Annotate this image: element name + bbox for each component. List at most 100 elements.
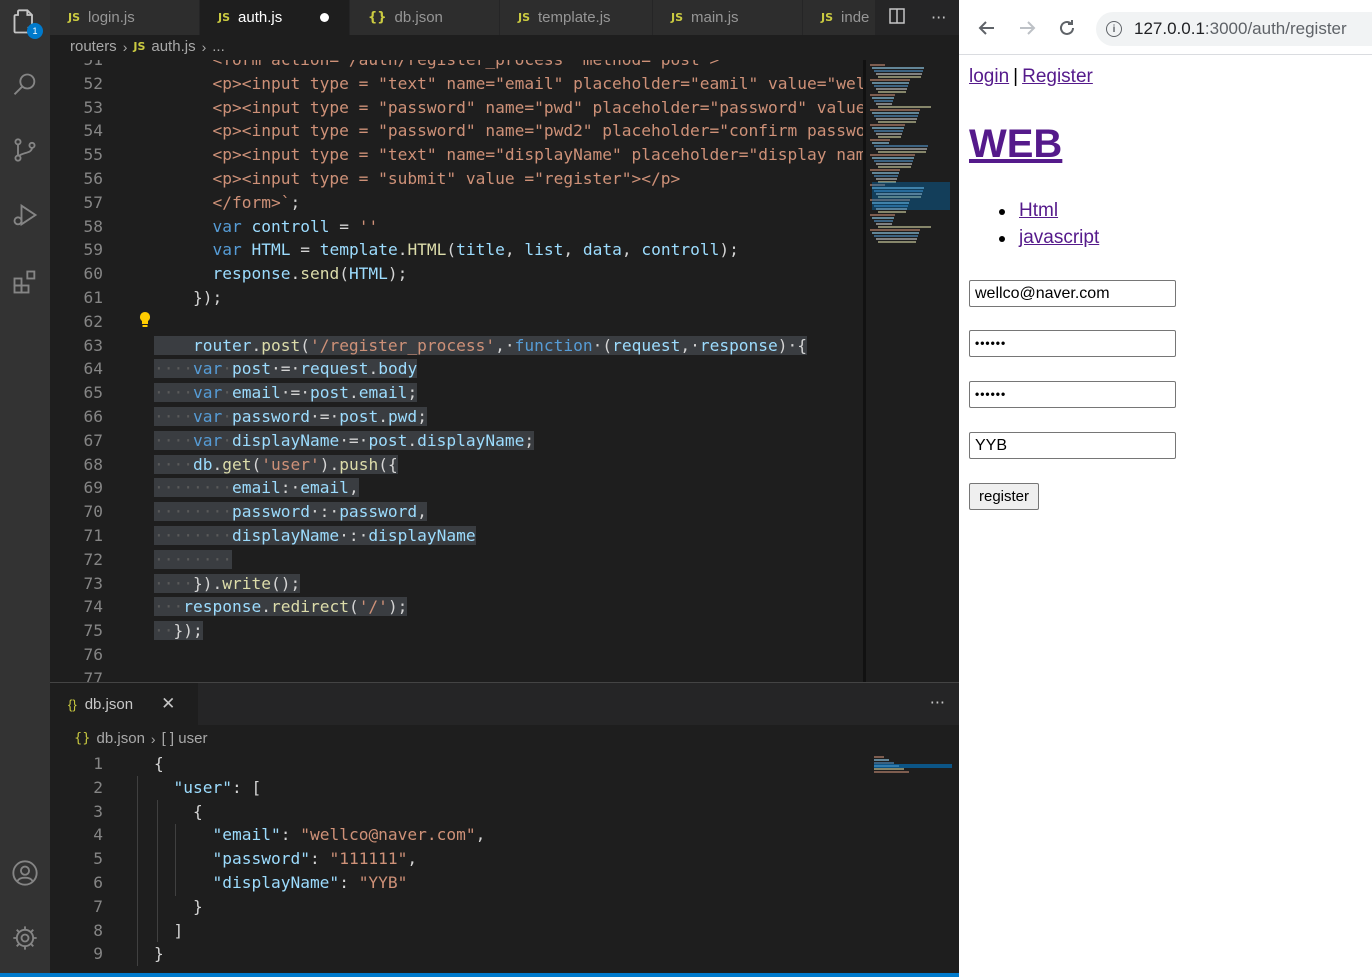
register-button[interactable]: register xyxy=(969,483,1040,510)
back-arrow-icon[interactable] xyxy=(976,17,998,39)
login-link[interactable]: login xyxy=(969,66,1009,87)
topic-link-html[interactable]: Html xyxy=(1019,200,1058,221)
code-token: var xyxy=(192,407,223,426)
code-token: var xyxy=(212,216,242,236)
tab-db-json-bottom[interactable]: {} db.json ✕ xyxy=(50,683,198,725)
code-line[interactable]: 8 ] xyxy=(50,919,865,943)
code-line[interactable]: 77 xyxy=(50,667,865,682)
code-line[interactable]: 76 xyxy=(50,643,865,667)
tab-db-json[interactable]: {} db.json xyxy=(350,0,500,35)
line-number: 2 xyxy=(93,777,103,797)
search-icon[interactable] xyxy=(5,65,45,105)
password-field[interactable]: •••••• xyxy=(969,330,1176,357)
display-name-field[interactable]: YYB xyxy=(969,432,1176,459)
minimap-bottom[interactable] xyxy=(870,752,956,973)
code-line[interactable]: 1{ xyxy=(50,752,865,776)
forward-arrow-icon[interactable] xyxy=(1016,17,1038,39)
minimap-slider[interactable] xyxy=(874,764,952,768)
line-number: 53 xyxy=(83,97,104,117)
code-line[interactable]: 60 response.send(HTML); xyxy=(50,262,865,286)
breadcrumb-folder[interactable]: routers xyxy=(70,38,117,55)
close-icon[interactable]: ✕ xyxy=(161,694,175,714)
breadcrumb-symbol[interactable]: [ ] user xyxy=(162,730,208,747)
account-icon[interactable] xyxy=(5,853,45,893)
code-token: <p><input type = "text" name="displayNam… xyxy=(154,145,865,165)
code-line[interactable]: 9} xyxy=(50,942,865,966)
unsaved-dot-icon[interactable] xyxy=(320,13,330,22)
code-token: ···· xyxy=(154,359,193,379)
code-token: send xyxy=(300,264,340,284)
minimap[interactable] xyxy=(866,60,956,682)
status-bar xyxy=(0,973,959,977)
code-line[interactable]: 63 router.post('/register_process',·func… xyxy=(50,334,865,358)
code-line[interactable]: 74 ···response.redirect('/'); xyxy=(50,595,865,619)
code-line[interactable]: 7 } xyxy=(50,895,865,919)
breadcrumb-file[interactable]: auth.js xyxy=(151,38,195,55)
code-line[interactable]: 62 xyxy=(50,310,865,334)
tab-template-js[interactable]: JS template.js xyxy=(500,0,653,35)
code-line[interactable]: 73 ····}).write(); xyxy=(50,572,865,596)
code-line[interactable]: 67 ····var·displayName·=·post.displayName… xyxy=(50,429,865,453)
split-editor-icon[interactable] xyxy=(888,7,906,29)
more-actions-icon[interactable]: ··· xyxy=(931,8,946,27)
email-field[interactable]: wellco@naver.com xyxy=(969,280,1176,307)
code-line[interactable]: 54 <p><input type = "password" name="pwd… xyxy=(50,119,866,143)
topic-link-javascript[interactable]: javascript xyxy=(1019,227,1099,248)
extensions-icon[interactable] xyxy=(5,262,45,302)
minimap-slider[interactable] xyxy=(872,182,950,210)
code-token: ({ xyxy=(378,454,398,474)
code-line[interactable]: 55 <p><input type = "text" name="display… xyxy=(50,143,866,167)
code-token: "email" xyxy=(212,825,281,845)
code-line[interactable]: 59 var HTML = template.HTML(title, list,… xyxy=(50,238,865,262)
breadcrumb-file[interactable]: db.json xyxy=(97,730,145,747)
code-editor-db-json[interactable]: 1{2 "user": [3 {4 "email": "wellco@naver… xyxy=(50,752,865,973)
register-link[interactable]: Register xyxy=(1022,66,1093,87)
tab-main-js[interactable]: JS main.js xyxy=(653,0,803,35)
tab-login-js[interactable]: JS login.js xyxy=(50,0,200,35)
address-bar[interactable]: i 127.0.0.1:3000/auth/register xyxy=(1096,12,1372,46)
run-debug-icon[interactable] xyxy=(5,195,45,235)
code-line[interactable]: 56 <p><input type = "submit" value ="reg… xyxy=(50,167,865,191)
code-line[interactable]: 68 ····db.get('user').push({ xyxy=(50,453,865,477)
minimap-line xyxy=(874,70,923,72)
code-line[interactable]: 64 ····var·post·=·request.body xyxy=(50,357,865,381)
lightbulb-icon[interactable] xyxy=(138,311,152,329)
tab-auth-js[interactable]: JS auth.js xyxy=(200,0,350,35)
url-text[interactable]: 127.0.0.1:3000/auth/register xyxy=(1134,19,1347,39)
breadcrumb-more[interactable]: ... xyxy=(212,38,225,55)
code-line[interactable]: 3 { xyxy=(50,800,865,824)
code-editor-auth-js[interactable]: 51 <form action="/auth/register_process"… xyxy=(50,60,866,682)
code-line[interactable]: 2 "user": [ xyxy=(50,776,865,800)
code-text: "email": "wellco@naver.com", xyxy=(154,823,485,847)
settings-gear-icon[interactable] xyxy=(5,918,45,958)
code-line[interactable]: 61 }); xyxy=(50,286,865,310)
source-control-icon[interactable] xyxy=(5,130,45,170)
code-line[interactable]: 75 ··}); xyxy=(50,619,865,643)
explorer-icon[interactable]: 1 xyxy=(5,2,45,42)
site-info-icon[interactable]: i xyxy=(1106,21,1122,37)
more-actions-icon[interactable]: ··· xyxy=(930,693,945,712)
code-token: :· xyxy=(280,478,301,498)
code-line[interactable]: 57 </form>`; xyxy=(50,191,865,215)
reload-icon[interactable] xyxy=(1056,17,1078,39)
code-line[interactable]: 6 "displayName": "YYB" xyxy=(50,871,865,895)
code-line[interactable]: 65 ····var·email·=·post.email; xyxy=(50,381,865,405)
indent-guide xyxy=(175,824,176,896)
code-line[interactable]: 52 <p><input type = "text" name="email" … xyxy=(50,72,866,96)
code-line[interactable]: 69 ········email:·email, xyxy=(50,476,865,500)
line-number: 56 xyxy=(83,169,104,188)
web-home-link[interactable]: WEB xyxy=(969,122,1062,166)
code-line[interactable]: 53 <p><input type = "password" name="pwd… xyxy=(50,96,866,120)
code-line[interactable]: 72 ········ xyxy=(50,548,865,572)
code-line[interactable]: 66 ····var·password·=·post.pwd; xyxy=(50,405,865,429)
confirm-password-field[interactable]: •••••• xyxy=(969,381,1176,408)
minimap-line xyxy=(870,139,890,141)
code-line[interactable]: 70 ········password·:·password, xyxy=(50,500,865,524)
code-line[interactable]: 71 ········displayName·:·displayName xyxy=(50,524,865,548)
code-line[interactable]: 4 "email": "wellco@naver.com", xyxy=(50,823,865,847)
code-line[interactable]: 58 var controll = '' xyxy=(50,215,865,239)
code-line[interactable]: 51 <form action="/auth/register_process"… xyxy=(50,60,865,72)
code-line[interactable]: 5 "password": "111111", xyxy=(50,847,865,871)
line-number: 58 xyxy=(83,216,104,236)
